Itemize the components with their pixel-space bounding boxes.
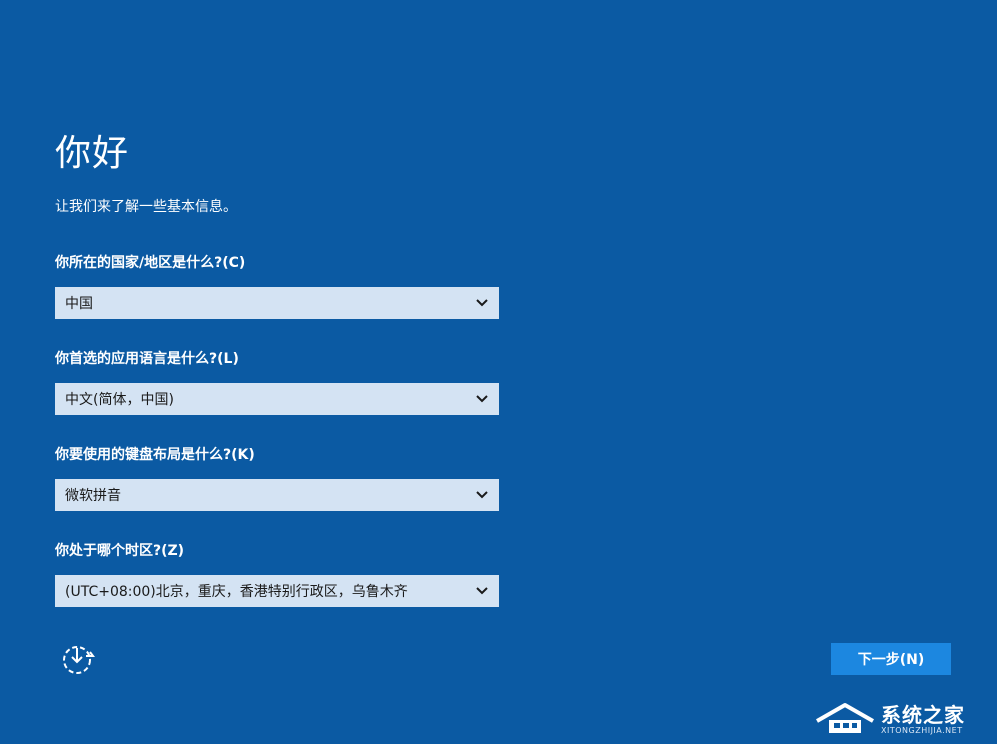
house-logo-icon — [815, 701, 877, 739]
country-label: 你所在的国家/地区是什么?(C) — [55, 255, 246, 271]
watermark: 系统之家 XITONGZHIJIA.NET — [815, 700, 991, 740]
next-button[interactable]: 下一步(N) — [831, 643, 951, 675]
chevron-down-icon — [475, 392, 489, 406]
keyboard-label: 你要使用的键盘布局是什么?(K) — [55, 447, 255, 463]
timezone-label: 你处于哪个时区?(Z) — [55, 543, 185, 559]
watermark-url: XITONGZHIJIA.NET — [881, 726, 963, 735]
chevron-down-icon — [475, 584, 489, 598]
country-dropdown[interactable]: 中国 — [55, 287, 499, 319]
page-subtitle: 让我们来了解一些基本信息。 — [55, 199, 237, 215]
watermark-brand: 系统之家 — [881, 703, 965, 727]
keyboard-dropdown[interactable]: 微软拼音 — [55, 479, 499, 511]
language-dropdown[interactable]: 中文(简体，中国) — [55, 383, 499, 415]
timezone-value: (UTC+08:00)北京，重庆，香港特别行政区，乌鲁木齐 — [65, 584, 408, 600]
country-value: 中国 — [65, 296, 93, 312]
page-title: 你好 — [55, 133, 130, 174]
ease-of-access-icon[interactable] — [60, 642, 96, 678]
timezone-dropdown[interactable]: (UTC+08:00)北京，重庆，香港特别行政区，乌鲁木齐 — [55, 575, 499, 607]
chevron-down-icon — [475, 296, 489, 310]
language-label: 你首选的应用语言是什么?(L) — [55, 351, 239, 367]
keyboard-value: 微软拼音 — [65, 488, 121, 504]
chevron-down-icon — [475, 488, 489, 502]
language-value: 中文(简体，中国) — [65, 392, 174, 408]
